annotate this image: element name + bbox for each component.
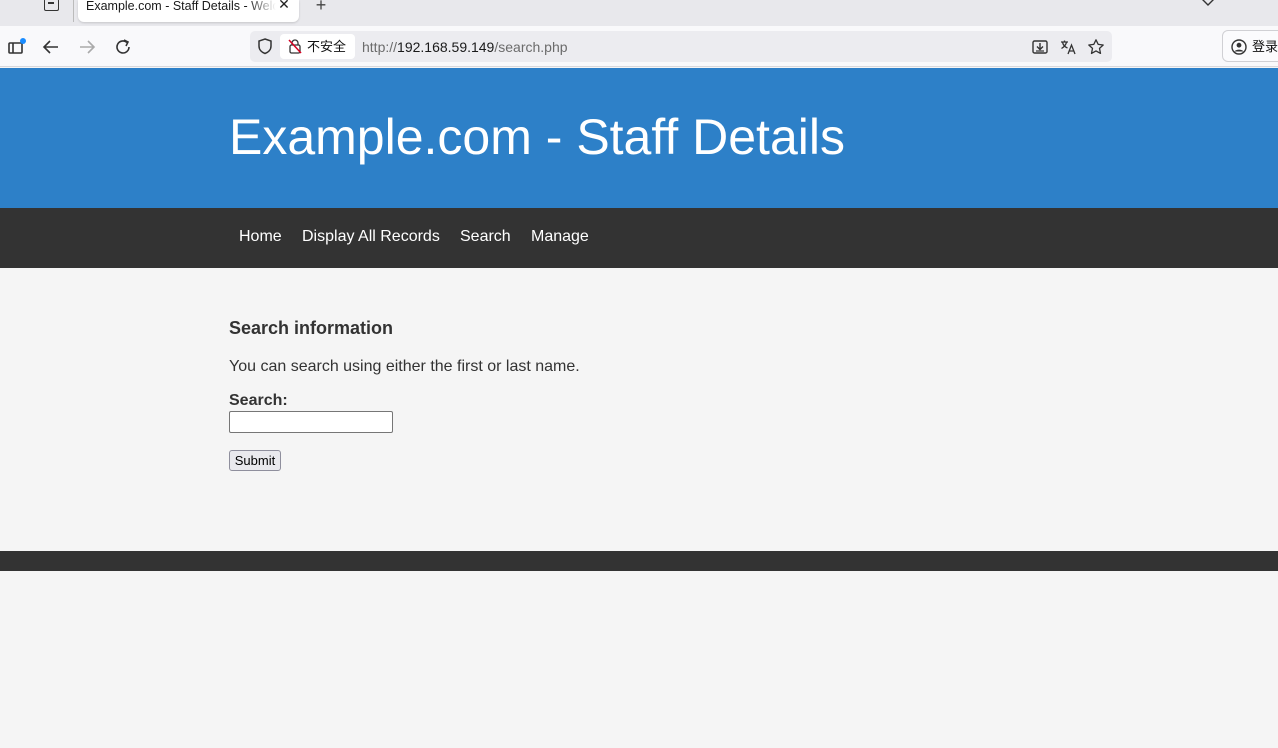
tab-strip: Example.com - Staff Details - Welcome ✕ …	[0, 0, 1278, 26]
tab-overview-icon[interactable]	[40, 0, 62, 14]
security-label: 不安全	[307, 39, 347, 54]
nav-manage-link[interactable]: Manage	[531, 228, 589, 246]
nav-display-all-records-link[interactable]: Display All Records	[302, 228, 440, 246]
nav-home-link[interactable]: Home	[239, 228, 282, 246]
chevron-down-icon[interactable]	[1200, 0, 1216, 10]
submit-button[interactable]: Submit	[229, 450, 281, 471]
translate-icon[interactable]	[1058, 37, 1078, 57]
new-tab-icon[interactable]: +	[313, 0, 329, 14]
tab-separator	[73, 0, 74, 22]
insecure-lock-icon	[288, 39, 302, 54]
url-scheme: http://	[362, 39, 398, 55]
forward-arrow-icon[interactable]	[75, 35, 99, 59]
back-arrow-icon[interactable]	[39, 35, 63, 59]
bookmark-star-icon[interactable]	[1086, 37, 1106, 57]
site-title: Example.com - Staff Details	[229, 109, 845, 165]
tracking-protection-shield-icon[interactable]	[256, 37, 274, 55]
site-security-indicator[interactable]: 不安全	[280, 34, 355, 59]
tab-title: Example.com - Staff Details - Welcome	[86, 0, 276, 13]
sidebar-toggle-icon[interactable]	[4, 35, 28, 59]
account-login-button[interactable]: 登录	[1222, 30, 1278, 62]
site-header: Example.com - Staff Details	[0, 68, 1278, 208]
browser-toolbar: 不安全 http://192.168.59.149/search.php 登录	[0, 26, 1278, 67]
tab-close-icon[interactable]: ✕	[277, 0, 291, 13]
search-description: You can search using either the first or…	[229, 358, 580, 375]
web-page: Example.com - Staff Details Home Display…	[0, 68, 1278, 748]
site-footer	[0, 551, 1278, 571]
search-field-label: Search:	[229, 392, 288, 409]
site-nav: Home Display All Records Search Manage	[0, 208, 1278, 268]
reload-icon[interactable]	[111, 35, 135, 59]
save-page-icon[interactable]	[1030, 37, 1050, 57]
url-text[interactable]: http://192.168.59.149/search.php	[362, 39, 568, 55]
account-avatar-icon	[1231, 39, 1247, 55]
url-host: 192.168.59.149	[397, 39, 495, 55]
login-label: 登录	[1252, 39, 1278, 54]
url-path: /search.php	[494, 39, 568, 55]
address-bar[interactable]: 不安全 http://192.168.59.149/search.php	[250, 31, 1112, 62]
active-tab[interactable]: Example.com - Staff Details - Welcome ✕	[78, 0, 299, 22]
search-heading: Search information	[229, 318, 394, 338]
search-input[interactable]	[229, 411, 393, 433]
nav-search-link[interactable]: Search	[460, 228, 511, 246]
